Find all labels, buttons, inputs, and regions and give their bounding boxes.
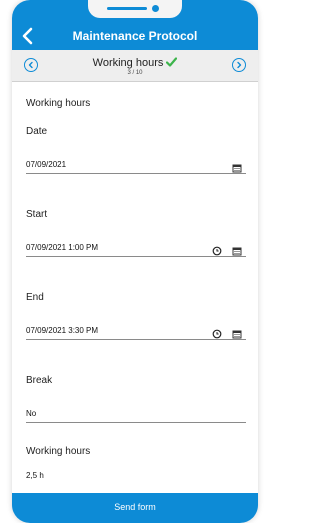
- phone-notch: [88, 0, 182, 18]
- send-form-label: Send form: [114, 502, 156, 512]
- end-field[interactable]: 07/09/2021 3:30 PM: [26, 320, 246, 340]
- next-step-button[interactable]: [232, 58, 246, 72]
- date-label: Date: [26, 126, 48, 137]
- step-counter: 3 / 10: [127, 70, 143, 76]
- start-value: 07/09/2021 1:00 PM: [26, 243, 99, 252]
- step-title-wrap: Working hours: [12, 57, 258, 70]
- step-title: Working hours: [92, 57, 164, 69]
- working-hours-value: 2,5 h: [26, 471, 44, 480]
- clock-icon[interactable]: [212, 326, 222, 339]
- start-field[interactable]: 07/09/2021 1:00 PM: [26, 237, 246, 257]
- page-title: Maintenance Protocol: [72, 29, 198, 43]
- send-form-button[interactable]: Send form: [12, 493, 258, 523]
- calendar-icon[interactable]: [232, 160, 242, 173]
- phone-frame: Maintenance Protocol Working hours 3 / 1…: [12, 0, 258, 523]
- check-icon: [166, 57, 178, 70]
- date-value: 07/09/2021: [26, 160, 67, 169]
- form-content: Working hours Date 07/09/2021 Start 07/0…: [12, 82, 258, 493]
- working-hours-label: Working hours: [26, 446, 91, 457]
- calendar-icon[interactable]: [232, 243, 242, 256]
- end-value: 07/09/2021 3:30 PM: [26, 326, 99, 335]
- step-navigator: Working hours 3 / 10: [12, 50, 258, 82]
- clock-icon[interactable]: [212, 243, 222, 256]
- camera-icon: [152, 5, 159, 12]
- break-value: No: [26, 409, 37, 418]
- calendar-icon[interactable]: [232, 326, 242, 339]
- break-field[interactable]: No: [26, 403, 246, 423]
- break-label: Break: [26, 375, 53, 386]
- start-label: Start: [26, 209, 48, 220]
- end-label: End: [26, 292, 44, 303]
- date-field[interactable]: 07/09/2021: [26, 154, 246, 174]
- working-hours-field: 2,5 h: [26, 457, 246, 480]
- speaker-icon: [107, 7, 147, 10]
- section-title: Working hours: [26, 98, 91, 109]
